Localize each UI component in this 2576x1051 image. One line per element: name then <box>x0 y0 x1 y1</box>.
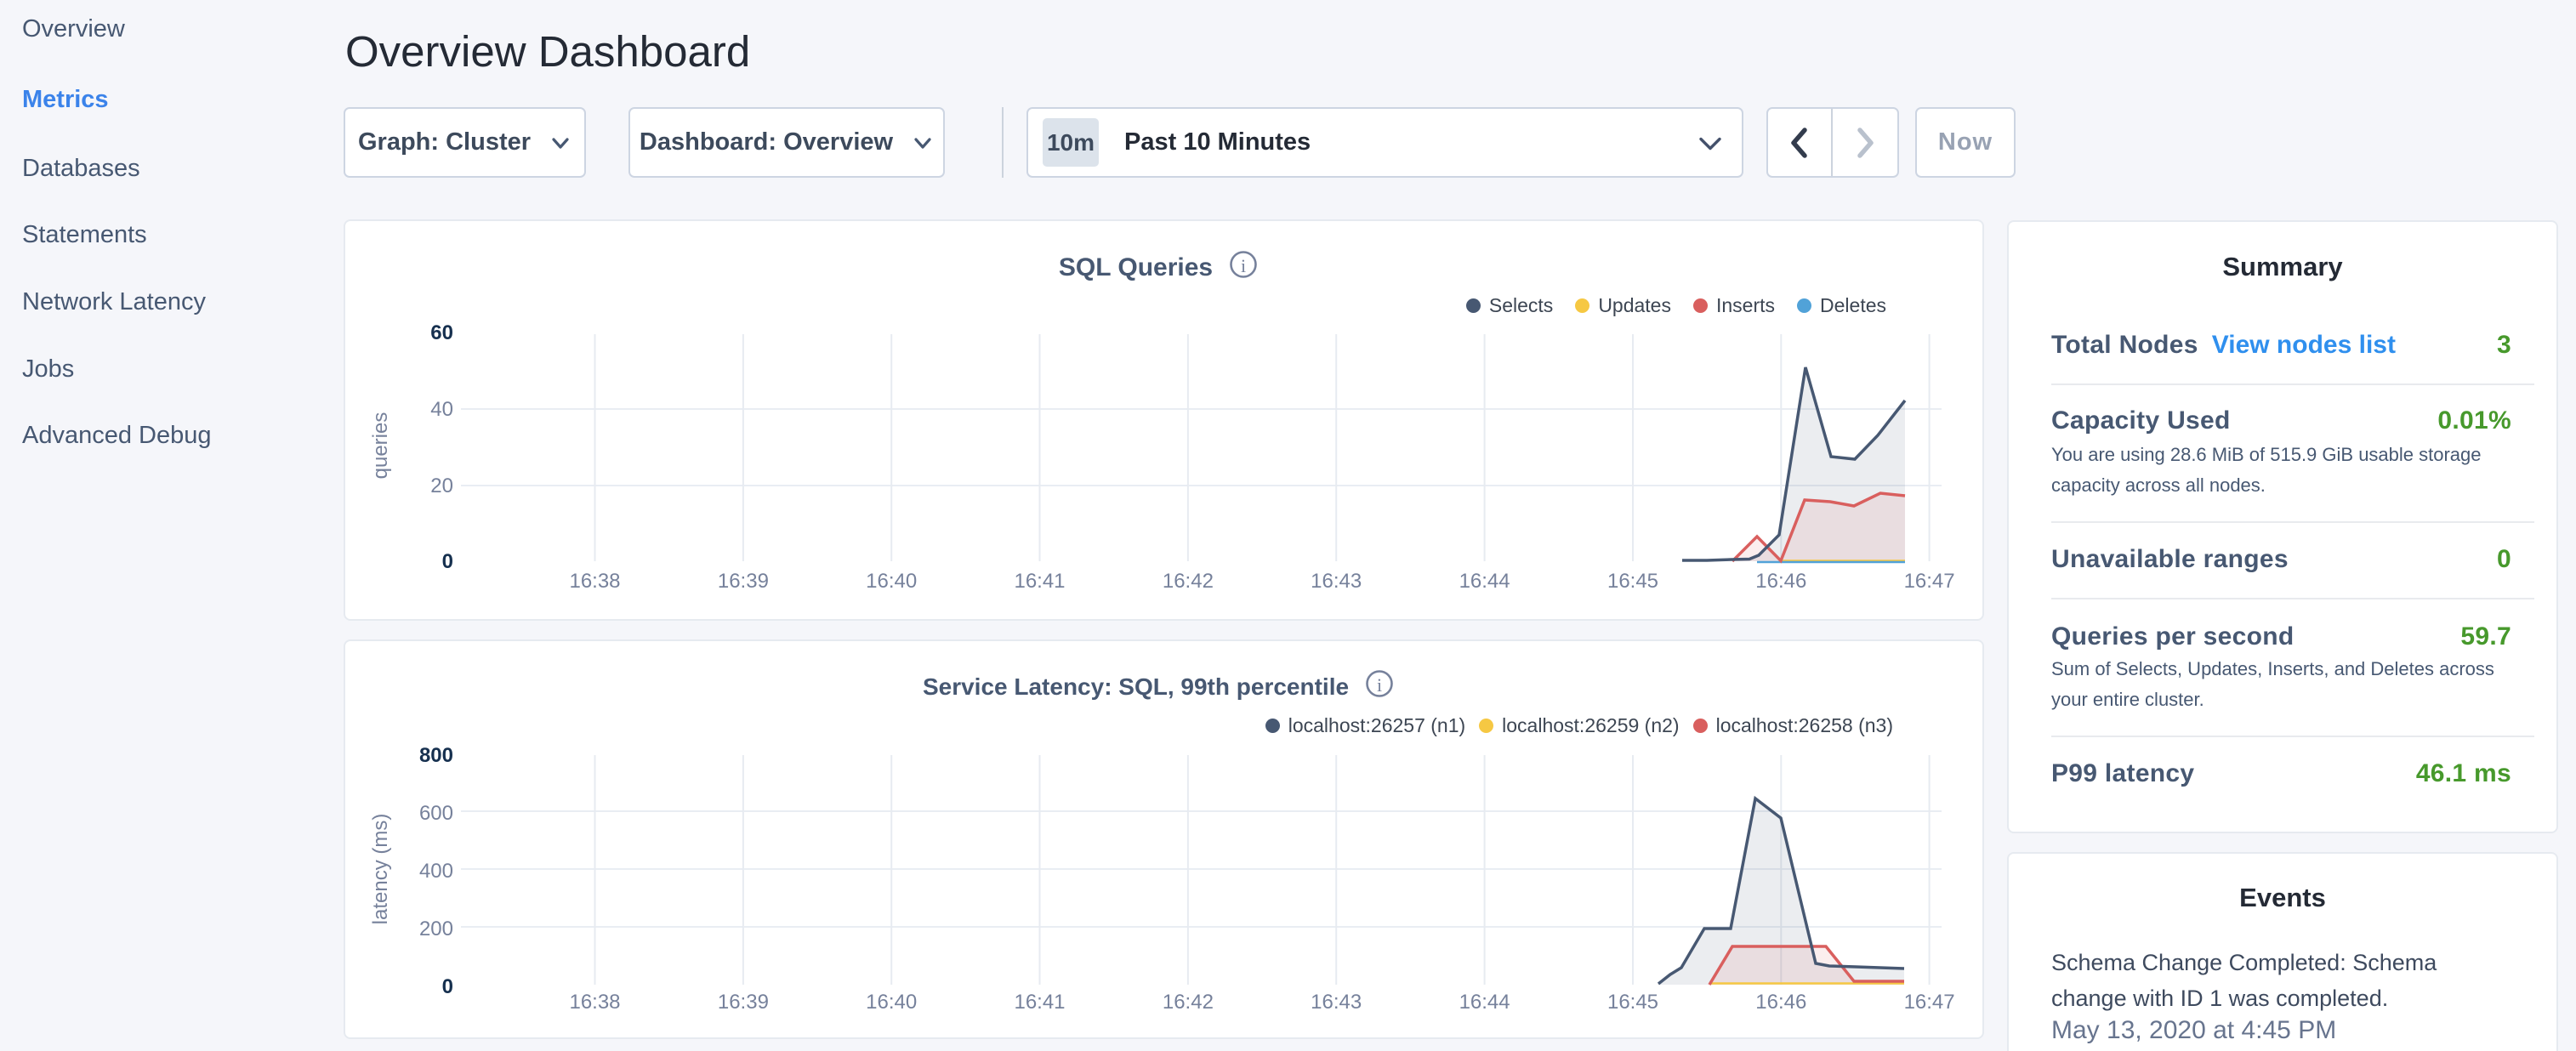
svg-text:queries: queries <box>369 412 392 480</box>
svg-text:200: 200 <box>419 917 453 940</box>
svg-text:i: i <box>1241 255 1246 276</box>
svg-text:16:43: 16:43 <box>1311 991 1362 1014</box>
svg-text:16:39: 16:39 <box>718 991 769 1014</box>
svg-text:latency (ms): latency (ms) <box>369 814 392 925</box>
svg-text:16:38: 16:38 <box>569 570 620 593</box>
svg-text:20: 20 <box>430 474 453 497</box>
svg-text:60: 60 <box>430 321 453 344</box>
svg-text:16:44: 16:44 <box>1459 570 1510 593</box>
svg-text:16:42: 16:42 <box>1163 991 1214 1014</box>
svg-text:0: 0 <box>442 550 453 573</box>
svg-text:i: i <box>1377 674 1382 696</box>
svg-text:40: 40 <box>430 398 453 421</box>
svg-text:16:46: 16:46 <box>1755 991 1806 1014</box>
svg-text:16:38: 16:38 <box>569 991 620 1014</box>
svg-text:16:44: 16:44 <box>1459 991 1510 1014</box>
svg-text:16:42: 16:42 <box>1163 570 1214 593</box>
svg-text:16:41: 16:41 <box>1014 991 1065 1014</box>
svg-text:16:43: 16:43 <box>1311 570 1362 593</box>
svg-text:16:40: 16:40 <box>866 991 917 1014</box>
svg-text:0: 0 <box>442 975 453 998</box>
svg-text:16:45: 16:45 <box>1607 991 1658 1014</box>
svg-text:16:39: 16:39 <box>718 570 769 593</box>
svg-text:16:45: 16:45 <box>1607 570 1658 593</box>
svg-text:16:47: 16:47 <box>1904 991 1955 1014</box>
svg-text:16:40: 16:40 <box>866 570 917 593</box>
svg-text:16:41: 16:41 <box>1014 570 1065 593</box>
svg-text:400: 400 <box>419 860 453 883</box>
svg-text:16:46: 16:46 <box>1755 570 1806 593</box>
svg-text:16:47: 16:47 <box>1904 570 1955 593</box>
svg-text:600: 600 <box>419 802 453 825</box>
svg-text:800: 800 <box>419 744 453 767</box>
